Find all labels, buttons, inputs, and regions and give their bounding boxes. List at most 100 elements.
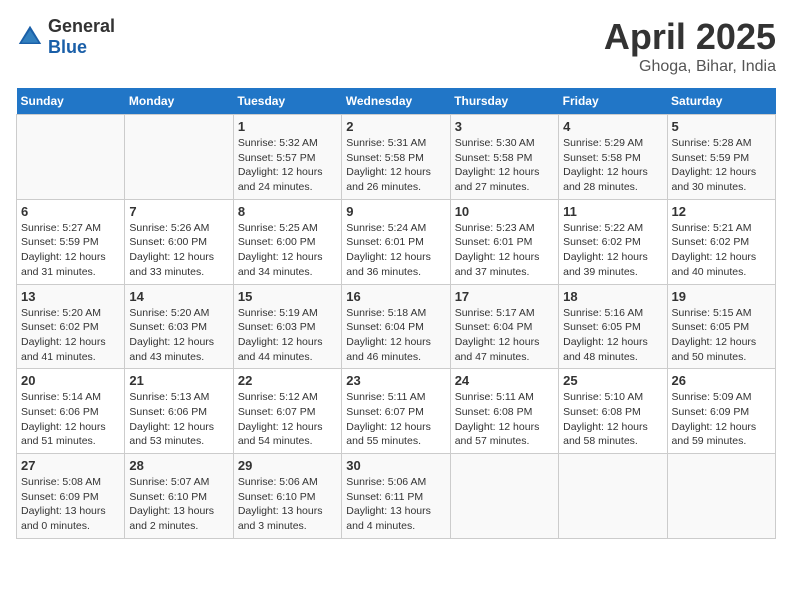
calendar-cell: 7 Sunrise: 5:26 AMSunset: 6:00 PMDaylight… (125, 199, 233, 284)
calendar-cell: 3 Sunrise: 5:30 AMSunset: 5:58 PMDaylight… (450, 115, 558, 200)
day-info: Sunrise: 5:24 AMSunset: 6:01 PMDaylight:… (346, 221, 445, 280)
calendar-cell (667, 454, 775, 539)
day-number: 7 (129, 204, 228, 219)
day-info: Sunrise: 5:29 AMSunset: 5:58 PMDaylight:… (563, 136, 662, 195)
day-info: Sunrise: 5:10 AMSunset: 6:08 PMDaylight:… (563, 390, 662, 449)
day-info: Sunrise: 5:22 AMSunset: 6:02 PMDaylight:… (563, 221, 662, 280)
calendar-cell: 15Sunrise: 5:19 AMSunset: 6:03 PMDayligh… (233, 284, 341, 369)
month-title: April 2025 (604, 16, 776, 58)
day-info: Sunrise: 5:13 AMSunset: 6:06 PMDaylight:… (129, 390, 228, 449)
day-number: 14 (129, 289, 228, 304)
calendar-cell: 12 Sunrise: 5:21 AMSunset: 6:02 PMDayligh… (667, 199, 775, 284)
day-info: Sunrise: 5:25 AMSunset: 6:00 PMDaylight:… (238, 221, 337, 280)
weekday-header: Wednesday (342, 88, 450, 115)
day-number: 19 (672, 289, 771, 304)
day-number: 17 (455, 289, 554, 304)
day-number: 9 (346, 204, 445, 219)
day-info: Sunrise: 5:15 AMSunset: 6:05 PMDaylight:… (672, 306, 771, 365)
day-info: Sunrise: 5:18 AMSunset: 6:04 PMDaylight:… (346, 306, 445, 365)
calendar-week-row: 6Sunrise: 5:27 AMSunset: 5:59 PMDaylight… (17, 199, 776, 284)
weekday-row: SundayMondayTuesdayWednesdayThursdayFrid… (17, 88, 776, 115)
calendar-week-row: 13Sunrise: 5:20 AMSunset: 6:02 PMDayligh… (17, 284, 776, 369)
weekday-header: Monday (125, 88, 233, 115)
day-info: Sunrise: 5:14 AMSunset: 6:06 PMDaylight:… (21, 390, 120, 449)
day-info: Sunrise: 5:19 AMSunset: 6:03 PMDaylight:… (238, 306, 337, 365)
day-number: 18 (563, 289, 662, 304)
logo-text: General Blue (48, 16, 115, 58)
day-number: 16 (346, 289, 445, 304)
calendar-table: SundayMondayTuesdayWednesdayThursdayFrid… (16, 88, 776, 539)
day-number: 2 (346, 119, 445, 134)
weekday-header: Thursday (450, 88, 558, 115)
day-info: Sunrise: 5:32 AMSunset: 5:57 PMDaylight:… (238, 136, 337, 195)
calendar-cell (125, 115, 233, 200)
calendar-cell: 10 Sunrise: 5:23 AMSunset: 6:01 PMDayligh… (450, 199, 558, 284)
day-number: 23 (346, 373, 445, 388)
weekday-header: Tuesday (233, 88, 341, 115)
logo-general: General (48, 16, 115, 36)
calendar-cell: 14Sunrise: 5:20 AMSunset: 6:03 PMDayligh… (125, 284, 233, 369)
day-info: Sunrise: 5:21 AMSunset: 6:02 PMDaylight:… (672, 221, 771, 280)
day-info: Sunrise: 5:16 AMSunset: 6:05 PMDaylight:… (563, 306, 662, 365)
calendar-cell: 30 Sunrise: 5:06 AMSunset: 6:11 PMDayligh… (342, 454, 450, 539)
day-info: Sunrise: 5:26 AMSunset: 6:00 PMDaylight:… (129, 221, 228, 280)
day-number: 8 (238, 204, 337, 219)
weekday-header: Saturday (667, 88, 775, 115)
calendar-body: 1 Sunrise: 5:32 AMSunset: 5:57 PMDaylight… (17, 115, 776, 539)
day-info: Sunrise: 5:17 AMSunset: 6:04 PMDaylight:… (455, 306, 554, 365)
day-number: 27 (21, 458, 120, 473)
day-info: Sunrise: 5:20 AMSunset: 6:02 PMDaylight:… (21, 306, 120, 365)
day-number: 4 (563, 119, 662, 134)
day-number: 30 (346, 458, 445, 473)
day-info: Sunrise: 5:06 AMSunset: 6:10 PMDaylight:… (238, 475, 337, 534)
calendar-cell: 11 Sunrise: 5:22 AMSunset: 6:02 PMDayligh… (559, 199, 667, 284)
day-number: 5 (672, 119, 771, 134)
calendar-cell: 26 Sunrise: 5:09 AMSunset: 6:09 PMDayligh… (667, 369, 775, 454)
calendar-cell: 28 Sunrise: 5:07 AMSunset: 6:10 PMDayligh… (125, 454, 233, 539)
logo-blue: Blue (48, 37, 87, 57)
calendar-cell: 23 Sunrise: 5:11 AMSunset: 6:07 PMDayligh… (342, 369, 450, 454)
day-number: 10 (455, 204, 554, 219)
day-number: 21 (129, 373, 228, 388)
day-number: 11 (563, 204, 662, 219)
day-info: Sunrise: 5:09 AMSunset: 6:09 PMDaylight:… (672, 390, 771, 449)
calendar-cell: 19 Sunrise: 5:15 AMSunset: 6:05 PMDayligh… (667, 284, 775, 369)
day-number: 20 (21, 373, 120, 388)
day-number: 6 (21, 204, 120, 219)
day-info: Sunrise: 5:28 AMSunset: 5:59 PMDaylight:… (672, 136, 771, 195)
calendar-cell (559, 454, 667, 539)
calendar-cell: 4 Sunrise: 5:29 AMSunset: 5:58 PMDaylight… (559, 115, 667, 200)
calendar-cell: 1 Sunrise: 5:32 AMSunset: 5:57 PMDaylight… (233, 115, 341, 200)
calendar-cell: 16 Sunrise: 5:18 AMSunset: 6:04 PMDayligh… (342, 284, 450, 369)
day-info: Sunrise: 5:12 AMSunset: 6:07 PMDaylight:… (238, 390, 337, 449)
day-number: 1 (238, 119, 337, 134)
day-info: Sunrise: 5:06 AMSunset: 6:11 PMDaylight:… (346, 475, 445, 534)
calendar-cell: 18 Sunrise: 5:16 AMSunset: 6:05 PMDayligh… (559, 284, 667, 369)
day-info: Sunrise: 5:07 AMSunset: 6:10 PMDaylight:… (129, 475, 228, 534)
calendar-cell: 21 Sunrise: 5:13 AMSunset: 6:06 PMDayligh… (125, 369, 233, 454)
day-number: 26 (672, 373, 771, 388)
calendar-cell: 24Sunrise: 5:11 AMSunset: 6:08 PMDayligh… (450, 369, 558, 454)
day-number: 22 (238, 373, 337, 388)
calendar-cell: 17 Sunrise: 5:17 AMSunset: 6:04 PMDayligh… (450, 284, 558, 369)
day-number: 12 (672, 204, 771, 219)
day-number: 3 (455, 119, 554, 134)
day-info: Sunrise: 5:30 AMSunset: 5:58 PMDaylight:… (455, 136, 554, 195)
calendar-week-row: 20 Sunrise: 5:14 AMSunset: 6:06 PMDayligh… (17, 369, 776, 454)
calendar-cell: 27Sunrise: 5:08 AMSunset: 6:09 PMDayligh… (17, 454, 125, 539)
day-number: 28 (129, 458, 228, 473)
calendar-cell (450, 454, 558, 539)
logo-icon (16, 23, 44, 51)
calendar-cell: 2Sunrise: 5:31 AMSunset: 5:58 PMDaylight… (342, 115, 450, 200)
calendar-cell: 5 Sunrise: 5:28 AMSunset: 5:59 PMDaylight… (667, 115, 775, 200)
calendar-cell: 8 Sunrise: 5:25 AMSunset: 6:00 PMDaylight… (233, 199, 341, 284)
calendar-cell: 22 Sunrise: 5:12 AMSunset: 6:07 PMDayligh… (233, 369, 341, 454)
calendar-header: SundayMondayTuesdayWednesdayThursdayFrid… (17, 88, 776, 115)
calendar-cell: 13Sunrise: 5:20 AMSunset: 6:02 PMDayligh… (17, 284, 125, 369)
day-number: 25 (563, 373, 662, 388)
weekday-header: Sunday (17, 88, 125, 115)
calendar-cell (17, 115, 125, 200)
day-info: Sunrise: 5:11 AMSunset: 6:07 PMDaylight:… (346, 390, 445, 449)
day-number: 24 (455, 373, 554, 388)
day-info: Sunrise: 5:23 AMSunset: 6:01 PMDaylight:… (455, 221, 554, 280)
